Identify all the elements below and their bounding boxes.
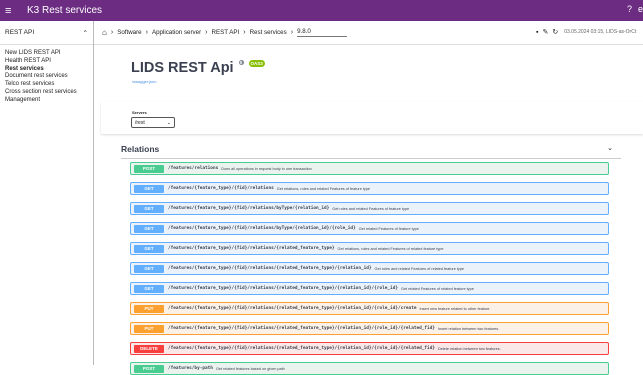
breadcrumb-current[interactable]: 9.8.0 [297, 28, 347, 37]
refresh-icon[interactable]: ↻ [552, 28, 558, 36]
servers-section: Servers /rest ⌄ [101, 102, 643, 134]
operation-row[interactable]: PUT/features/{feature_type}/{fid}/relati… [130, 322, 609, 335]
sidebar: REST API ⌃ New LIDS REST API Health REST… [0, 21, 94, 365]
servers-select-value: /rest [135, 119, 145, 126]
swagger-json-link[interactable]: /swagger.json [132, 79, 156, 84]
sidebar-item[interactable]: Cross section rest services [5, 89, 93, 97]
operation-row[interactable]: PUT/features/{feature_type}/{fid}/relati… [130, 302, 609, 315]
operation-summary: Get related Features of feature type [358, 226, 419, 231]
operation-path: /features/by-path [168, 366, 213, 371]
version-badge: 0 [238, 60, 244, 65]
sidebar-item[interactable]: Health REST API [5, 58, 93, 66]
operation-summary: Delete relation between two features. [437, 346, 501, 351]
sidebar-item-active[interactable]: Rest services [5, 66, 93, 74]
operation-summary: Insert relation between two features. [437, 326, 500, 331]
timestamp: 03.05.2024 03:15, LIDS-as-OrCt [564, 29, 637, 35]
operation-row[interactable]: DELETE/features/{feature_type}/{fid}/rel… [130, 342, 609, 355]
page-title: LIDS REST Api 0 OAS3 [131, 60, 265, 76]
sidebar-header[interactable]: REST API ⌃ [0, 21, 93, 45]
servers-select[interactable]: /rest ⌄ [131, 117, 175, 128]
method-badge: GET [134, 264, 164, 273]
operation-row[interactable]: GET/features/{feature_type}/{fid}/relati… [130, 182, 609, 195]
chevron-right-icon: › [290, 29, 294, 36]
operation-row[interactable]: POST/features/relations Does all operatio… [130, 162, 609, 175]
operation-path: /features/{feature_type}/{fid}/relations [168, 186, 274, 191]
api-title: LIDS REST Api [131, 60, 234, 76]
operation-summary: Get roles and related Features of relate… [374, 266, 465, 271]
operation-row[interactable]: GET/features/{feature_type}/{fid}/relati… [130, 202, 609, 215]
method-badge: PUT [134, 304, 164, 313]
operation-summary: Get relations, roles and related Feature… [337, 246, 444, 251]
operation-path: /features/{feature_type}/{fid}/relations… [168, 226, 356, 231]
sidebar-item[interactable]: Telco rest services [5, 81, 93, 89]
operation-path: /features/{feature_type}/{fid}/relations… [168, 266, 372, 271]
chevron-up-icon[interactable]: ⌃ [83, 29, 88, 37]
operation-path: /features/{feature_type}/{fid}/relations… [168, 206, 330, 211]
breadcrumb-item[interactable]: Application server [152, 29, 201, 36]
top-bar: ≡ K3 Rest services ? e [0, 0, 643, 21]
method-badge: GET [134, 204, 164, 213]
breadcrumb: ⌂ › Software › Application server › REST… [94, 21, 643, 45]
sidebar-item[interactable]: New LIDS REST API [5, 50, 93, 58]
toolbar: ▪ ✎ ↻ 03.05.2024 03:15, LIDS-as-OrCt [536, 28, 637, 37]
chevron-down-icon: ⌄ [166, 119, 171, 126]
chevron-right-icon: › [110, 29, 114, 36]
help-icon[interactable]: ? [627, 4, 632, 14]
hamburger-menu-icon[interactable]: ≡ [5, 5, 19, 16]
chevron-right-icon: › [205, 29, 208, 36]
operation-path: /features/{feature_type}/{fid}/relations… [168, 306, 417, 311]
method-badge: GET [134, 184, 164, 193]
swagger-content: LIDS REST Api 0 OAS3 /swagger.json Serve… [101, 45, 643, 375]
operation-path: /features/{feature_type}/{fid}/relations… [168, 346, 435, 351]
operation-summary: Get relations, roles and related Feature… [276, 186, 371, 191]
operation-summary: Does all operations in request body in o… [221, 166, 312, 171]
sidebar-list: New LIDS REST API Health REST API Rest s… [0, 45, 93, 105]
method-badge: POST [134, 164, 164, 173]
breadcrumb-item[interactable]: REST API [211, 29, 239, 36]
breadcrumb-item[interactable]: Rest services [250, 29, 287, 36]
oas-badge: OAS3 [248, 60, 265, 67]
method-badge: POST [134, 364, 164, 373]
operation-summary: Get roles and related Features of featur… [332, 206, 410, 211]
method-badge: GET [134, 284, 164, 293]
tag-header-relations[interactable]: Relations ⌄ [121, 139, 621, 159]
method-badge: GET [134, 224, 164, 233]
chevron-right-icon: › [243, 29, 246, 36]
operation-path: /features/{feature_type}/{fid}/relations… [168, 246, 335, 251]
sidebar-item[interactable]: Document rest services [5, 73, 93, 81]
operation-path: /features/relations [168, 166, 219, 171]
operation-summary: Insert new feature related to other feat… [419, 306, 491, 311]
operation-row[interactable]: GET/features/{feature_type}/{fid}/relati… [130, 242, 609, 255]
operation-summary: Get related features based on given path [215, 366, 285, 371]
operation-row[interactable]: GET/features/{feature_type}/{fid}/relati… [130, 282, 609, 295]
method-badge: PUT [134, 324, 164, 333]
app-title: K3 Rest services [27, 5, 103, 16]
sidebar-item[interactable]: Management [5, 97, 93, 105]
operation-summary: Get related Features of related feature … [400, 286, 474, 291]
save-icon[interactable]: ▪ [536, 29, 538, 36]
edit-icon[interactable]: ✎ [542, 28, 548, 36]
chevron-down-icon[interactable]: ⌄ [607, 144, 613, 152]
user-icon[interactable]: e [638, 4, 643, 14]
method-badge: DELETE [134, 344, 164, 353]
operation-row[interactable]: GET/features/{feature_type}/{fid}/relati… [130, 222, 609, 235]
chevron-right-icon: › [145, 29, 148, 36]
breadcrumb-item[interactable]: Software [117, 29, 141, 36]
method-badge: GET [134, 244, 164, 253]
servers-label: Servers [132, 110, 147, 115]
tag-title: Relations [121, 144, 160, 154]
sidebar-header-label: REST API [5, 29, 35, 36]
operation-row[interactable]: GET/features/{feature_type}/{fid}/relati… [130, 262, 609, 275]
operation-path: /features/{feature_type}/{fid}/relations… [168, 286, 398, 291]
home-icon[interactable]: ⌂ [102, 28, 107, 37]
operation-row[interactable]: POST/features/by-path Get related feature… [130, 362, 609, 375]
operation-path: /features/{feature_type}/{fid}/relations… [168, 326, 435, 331]
